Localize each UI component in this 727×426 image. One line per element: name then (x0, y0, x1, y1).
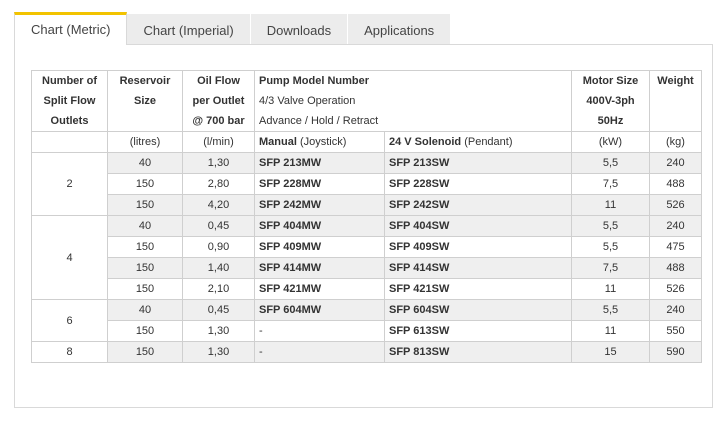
manual-model-cell: SFP 242MW (254, 194, 385, 216)
weight-cell: 488 (649, 173, 702, 195)
table-row: 2 40 1,30 SFP 213MW SFP 213SW 5,5 240 (31, 152, 702, 216)
tab-panel: Number of Reservoir Oil Flow Pump Model … (14, 44, 713, 408)
motor-cell: 11 (571, 320, 650, 342)
table-row: 150 2,80 SFP 228MW SFP 228SW 7,5 488 (32, 173, 702, 195)
solenoid-model-cell: SFP 613SW (384, 320, 572, 342)
motor-cell: 5,5 (571, 215, 650, 237)
unit-reservoir: (litres) (107, 131, 183, 153)
weight-cell: 550 (649, 320, 702, 342)
weight-cell: 526 (649, 278, 702, 300)
oilflow-cell: 2,10 (182, 278, 255, 300)
table-row: 150 2,10 SFP 421MW SFP 421SW 11 526 (32, 278, 702, 300)
reservoir-cell: 150 (107, 341, 183, 363)
reservoir-cell: 150 (107, 236, 183, 258)
tab-bar: Chart (Metric) Chart (Imperial) Download… (14, 12, 452, 45)
outlets-cell: 2 (31, 152, 108, 216)
motor-cell: 7,5 (571, 173, 650, 195)
weight-cell: 240 (649, 215, 702, 237)
weight-cell: 590 (649, 341, 702, 363)
solenoid-model-cell: SFP 604SW (384, 299, 572, 321)
oilflow-cell: 1,40 (182, 257, 255, 279)
solenoid-model-cell: SFP 228SW (384, 173, 572, 195)
weight-cell: 526 (649, 194, 702, 216)
oilflow-cell: 0,45 (182, 299, 255, 321)
unit-motor: (kW) (571, 131, 650, 153)
motor-cell: 11 (571, 194, 650, 216)
manual-model-cell: SFP 228MW (254, 173, 385, 195)
header-outlets: Number of (31, 70, 108, 91)
weight-cell: 240 (649, 152, 702, 174)
header-pump-model: Pump Model Number (254, 70, 572, 91)
header-oilflow: Oil Flow (182, 70, 255, 91)
manual-model-cell: - (254, 320, 385, 342)
table-row: 150 4,20 SFP 242MW SFP 242SW 11 526 (32, 194, 702, 216)
unit-solenoid: 24 V Solenoid (Pendant) (384, 131, 572, 153)
weight-cell: 488 (649, 257, 702, 279)
solenoid-model-cell: SFP 213SW (384, 152, 572, 174)
weight-cell: 475 (649, 236, 702, 258)
motor-cell: 15 (571, 341, 650, 363)
table-row: 150 1,30- SFP 613SW 11 550 (32, 320, 702, 342)
reservoir-cell: 150 (107, 194, 183, 216)
table-row: 4 40 0,45 SFP 404MW SFP 404SW 5,5 240 (31, 215, 702, 300)
tab-chart-imperial[interactable]: Chart (Imperial) (127, 14, 251, 45)
reservoir-cell: 150 (107, 278, 183, 300)
reservoir-cell: 40 (107, 299, 183, 321)
oilflow-cell: 1,30 (182, 320, 255, 342)
unit-weight: (kg) (649, 131, 702, 153)
tab-applications[interactable]: Applications (348, 14, 452, 45)
motor-cell: 5,5 (571, 299, 650, 321)
manual-model-cell: SFP 604MW (254, 299, 385, 321)
oilflow-cell: 1,30 (182, 341, 255, 363)
reservoir-cell: 40 (107, 152, 183, 174)
pump-spec-table: Number of Reservoir Oil Flow Pump Model … (31, 70, 702, 363)
oilflow-cell: 4,20 (182, 194, 255, 216)
reservoir-cell: 150 (107, 320, 183, 342)
header-weight: Weight (649, 70, 702, 91)
oilflow-cell: 0,45 (182, 215, 255, 237)
motor-cell: 5,5 (571, 152, 650, 174)
oilflow-cell: 2,80 (182, 173, 255, 195)
motor-cell: 11 (571, 278, 650, 300)
reservoir-cell: 150 (107, 173, 183, 195)
manual-model-cell: SFP 421MW (254, 278, 385, 300)
header-reservoir: Reservoir (107, 70, 183, 91)
oilflow-cell: 1,30 (182, 152, 255, 174)
manual-model-cell: - (254, 341, 385, 363)
oilflow-cell: 0,90 (182, 236, 255, 258)
manual-model-cell: SFP 409MW (254, 236, 385, 258)
table-row: 150 0,90 SFP 409MW SFP 409SW 5,5 475 (32, 236, 702, 258)
unit-oilflow: (l/min) (182, 131, 255, 153)
header-motor: Motor Size (571, 70, 650, 91)
solenoid-model-cell: SFP 404SW (384, 215, 572, 237)
manual-model-cell: SFP 404MW (254, 215, 385, 237)
solenoid-model-cell: SFP 421SW (384, 278, 572, 300)
solenoid-model-cell: SFP 813SW (384, 341, 572, 363)
table-row: 150 1,40 SFP 414MW SFP 414SW 7,5 488 (32, 257, 702, 279)
motor-cell: 7,5 (571, 257, 650, 279)
reservoir-cell: 40 (107, 215, 183, 237)
solenoid-model-cell: SFP 409SW (384, 236, 572, 258)
manual-model-cell: SFP 213MW (254, 152, 385, 174)
table-row: 6 40 0,45 SFP 604MW SFP 604SW 5,5 240 (31, 299, 702, 342)
unit-manual: Manual (Joystick) (254, 131, 385, 153)
outlets-cell: 6 (31, 299, 108, 342)
outlets-cell: 4 (31, 215, 108, 300)
tab-downloads[interactable]: Downloads (250, 14, 349, 45)
table-row: 8 150 1,30- SFP 813SW 15 590 (31, 341, 702, 363)
outlets-cell: 8 (31, 341, 108, 363)
weight-cell: 240 (649, 299, 702, 321)
manual-model-cell: SFP 414MW (254, 257, 385, 279)
solenoid-model-cell: SFP 242SW (384, 194, 572, 216)
reservoir-cell: 150 (107, 257, 183, 279)
tab-chart-metric[interactable]: Chart (Metric) (14, 12, 128, 45)
motor-cell: 5,5 (571, 236, 650, 258)
solenoid-model-cell: SFP 414SW (384, 257, 572, 279)
